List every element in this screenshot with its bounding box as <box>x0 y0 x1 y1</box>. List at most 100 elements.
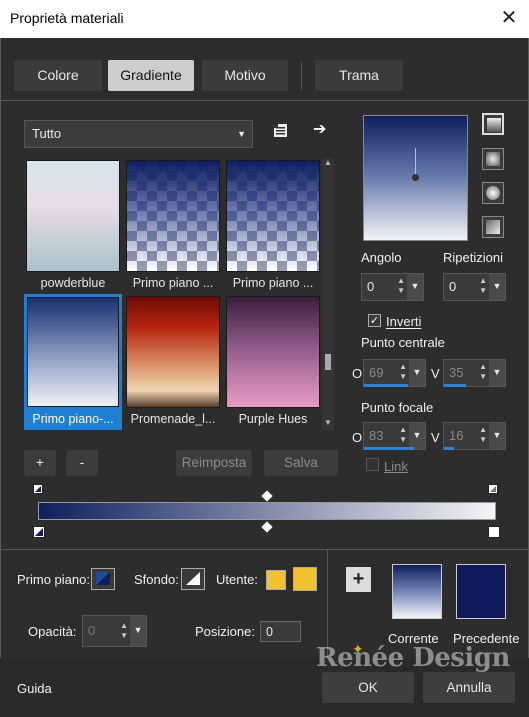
chevron-down-icon[interactable]: ▼ <box>409 423 425 449</box>
chevron-down-icon[interactable]: ▼ <box>489 360 505 386</box>
divider <box>0 549 529 550</box>
focal-v-spinner[interactable]: 16 ▲ ▼ ▼ <box>443 422 506 450</box>
opacity-spinner[interactable]: 0 ▲ ▼ ▼ <box>82 615 147 647</box>
linear-style-button[interactable] <box>482 113 504 135</box>
center-h-prefix: O <box>352 366 363 381</box>
thumbnail-label: Purple Hues <box>238 412 308 426</box>
spin-arrows-icon[interactable]: ▲ ▼ <box>399 425 407 445</box>
position-label: Posizione: <box>195 624 255 639</box>
spin-arrows-icon[interactable]: ▲ ▼ <box>479 276 487 296</box>
scroll-up-icon[interactable]: ▲ <box>324 158 332 167</box>
library-scrollbar[interactable]: ▲ ▼ <box>322 158 334 430</box>
sunburst-style-button[interactable] <box>482 182 504 204</box>
opacity-label: Opacità: <box>28 624 77 639</box>
chevron-down-icon[interactable]: ▼ <box>409 360 425 386</box>
invert-label[interactable]: Inverti <box>386 314 421 329</box>
remove-gradient-button[interactable]: - <box>66 450 98 476</box>
tab-colore[interactable]: Colore <box>14 60 102 91</box>
category-dropdown[interactable]: Tutto ▼ <box>24 120 253 148</box>
tab-motivo[interactable]: Motivo <box>202 60 288 91</box>
repeats-label: Ripetizioni <box>443 250 503 265</box>
foreground-label: Primo piano: <box>17 572 90 587</box>
chevron-down-icon[interactable]: ▼ <box>489 274 505 300</box>
cancel-button[interactable]: Annulla <box>423 672 515 703</box>
list-item-selected[interactable]: Primo piano-... <box>24 294 122 430</box>
angle-spinner[interactable]: 0 ▲ ▼ ▼ <box>361 273 424 301</box>
thumbnail-label: Primo piano-... <box>32 412 114 426</box>
center-h-bar <box>364 384 408 387</box>
chevron-down-icon[interactable]: ▼ <box>407 274 423 300</box>
user-swatch-large[interactable] <box>293 567 317 591</box>
center-point-label: Punto centrale <box>361 335 445 350</box>
angle-value[interactable]: 0 <box>367 279 374 294</box>
tab-gradiente[interactable]: Gradiente <box>108 60 194 91</box>
current-material-swatch[interactable] <box>392 564 442 619</box>
repeats-value[interactable]: 0 <box>449 279 456 294</box>
tab-separator <box>301 62 302 90</box>
center-v-spinner[interactable]: 35 ▲ ▼ ▼ <box>443 359 506 387</box>
list-item[interactable]: Primo piano ... <box>124 158 222 294</box>
angle-label: Angolo <box>361 250 402 265</box>
library-menu-icon[interactable] <box>272 122 290 140</box>
spin-arrows-icon[interactable]: ▲ ▼ <box>399 362 407 382</box>
add-swatch-button[interactable]: + <box>346 567 371 592</box>
close-icon[interactable]: ✕ <box>492 2 526 34</box>
spin-arrows-icon[interactable]: ▲ ▼ <box>120 621 128 641</box>
list-item[interactable]: Primo piano ... <box>224 158 322 294</box>
previous-material-swatch[interactable] <box>456 564 506 619</box>
gradient-preview[interactable] <box>363 115 468 241</box>
invert-checkbox[interactable]: ✓ <box>368 314 381 327</box>
focal-v-prefix: V <box>431 430 440 445</box>
radial-style-button[interactable] <box>482 216 504 238</box>
butterfly-icon: ✦ <box>352 641 364 657</box>
background-swatch[interactable] <box>181 568 205 590</box>
focal-h-spinner[interactable]: 83 ▲ ▼ ▼ <box>363 422 426 450</box>
reset-button[interactable]: Reimposta <box>176 450 252 476</box>
tab-trama[interactable]: Trama <box>315 60 403 91</box>
spin-arrows-icon[interactable]: ▲ ▼ <box>479 425 487 445</box>
start-color-marker[interactable] <box>33 526 45 538</box>
spin-arrows-icon[interactable]: ▲ ▼ <box>397 276 405 296</box>
foreground-swatch[interactable] <box>91 568 115 590</box>
gradient-editor-bar[interactable] <box>38 502 496 520</box>
start-color-marker-top[interactable] <box>33 484 43 496</box>
gradient-thumbnail <box>126 160 220 272</box>
list-item[interactable]: Purple Hues <box>224 294 322 430</box>
focal-v-value[interactable]: 16 <box>449 428 463 443</box>
window-title: Proprietà materiali <box>10 10 124 26</box>
background-label: Sfondo: <box>134 572 179 587</box>
chevron-down-icon[interactable]: ▼ <box>130 616 146 646</box>
end-color-marker-top[interactable] <box>488 484 498 496</box>
center-h-spinner[interactable]: 69 ▲ ▼ ▼ <box>363 359 426 387</box>
save-button[interactable]: Salva <box>264 450 338 476</box>
user-swatch[interactable] <box>266 570 286 590</box>
chevron-down-icon[interactable]: ▼ <box>489 423 505 449</box>
gradient-thumbnail <box>226 296 320 408</box>
center-v-value[interactable]: 35 <box>449 365 463 380</box>
scroll-down-icon[interactable]: ▼ <box>324 418 332 427</box>
arrow-right-icon[interactable]: ➔ <box>313 121 331 139</box>
scroll-thumb[interactable] <box>325 354 331 370</box>
thumbnail-label: Primo piano ... <box>232 276 314 290</box>
ok-button[interactable]: OK <box>322 672 414 703</box>
opacity-value[interactable]: 0 <box>88 623 95 638</box>
end-color-marker[interactable] <box>488 526 500 538</box>
link-checkbox[interactable] <box>366 458 379 471</box>
gradient-thumbnail <box>126 296 220 408</box>
add-gradient-button[interactable]: + <box>24 450 56 476</box>
center-v-bar <box>444 384 466 387</box>
spin-arrows-icon[interactable]: ▲ ▼ <box>479 362 487 382</box>
focal-h-value[interactable]: 83 <box>369 428 383 443</box>
rectangular-style-button[interactable] <box>482 148 504 170</box>
repeats-spinner[interactable]: 0 ▲ ▼ ▼ <box>443 273 506 301</box>
help-button[interactable]: Guida <box>17 681 52 696</box>
list-item[interactable]: Promenade_l... <box>124 294 222 430</box>
position-input[interactable]: 0 <box>260 621 301 642</box>
list-item[interactable]: powderblue <box>24 158 122 294</box>
link-label[interactable]: Link <box>384 459 408 474</box>
thumbnail-label: Primo piano ... <box>132 276 214 290</box>
center-h-value[interactable]: 69 <box>369 365 383 380</box>
center-point-handle[interactable] <box>412 174 419 181</box>
gradient-library: powderblue Primo piano ... Primo piano .… <box>24 158 320 430</box>
center-v-prefix: V <box>431 366 440 381</box>
